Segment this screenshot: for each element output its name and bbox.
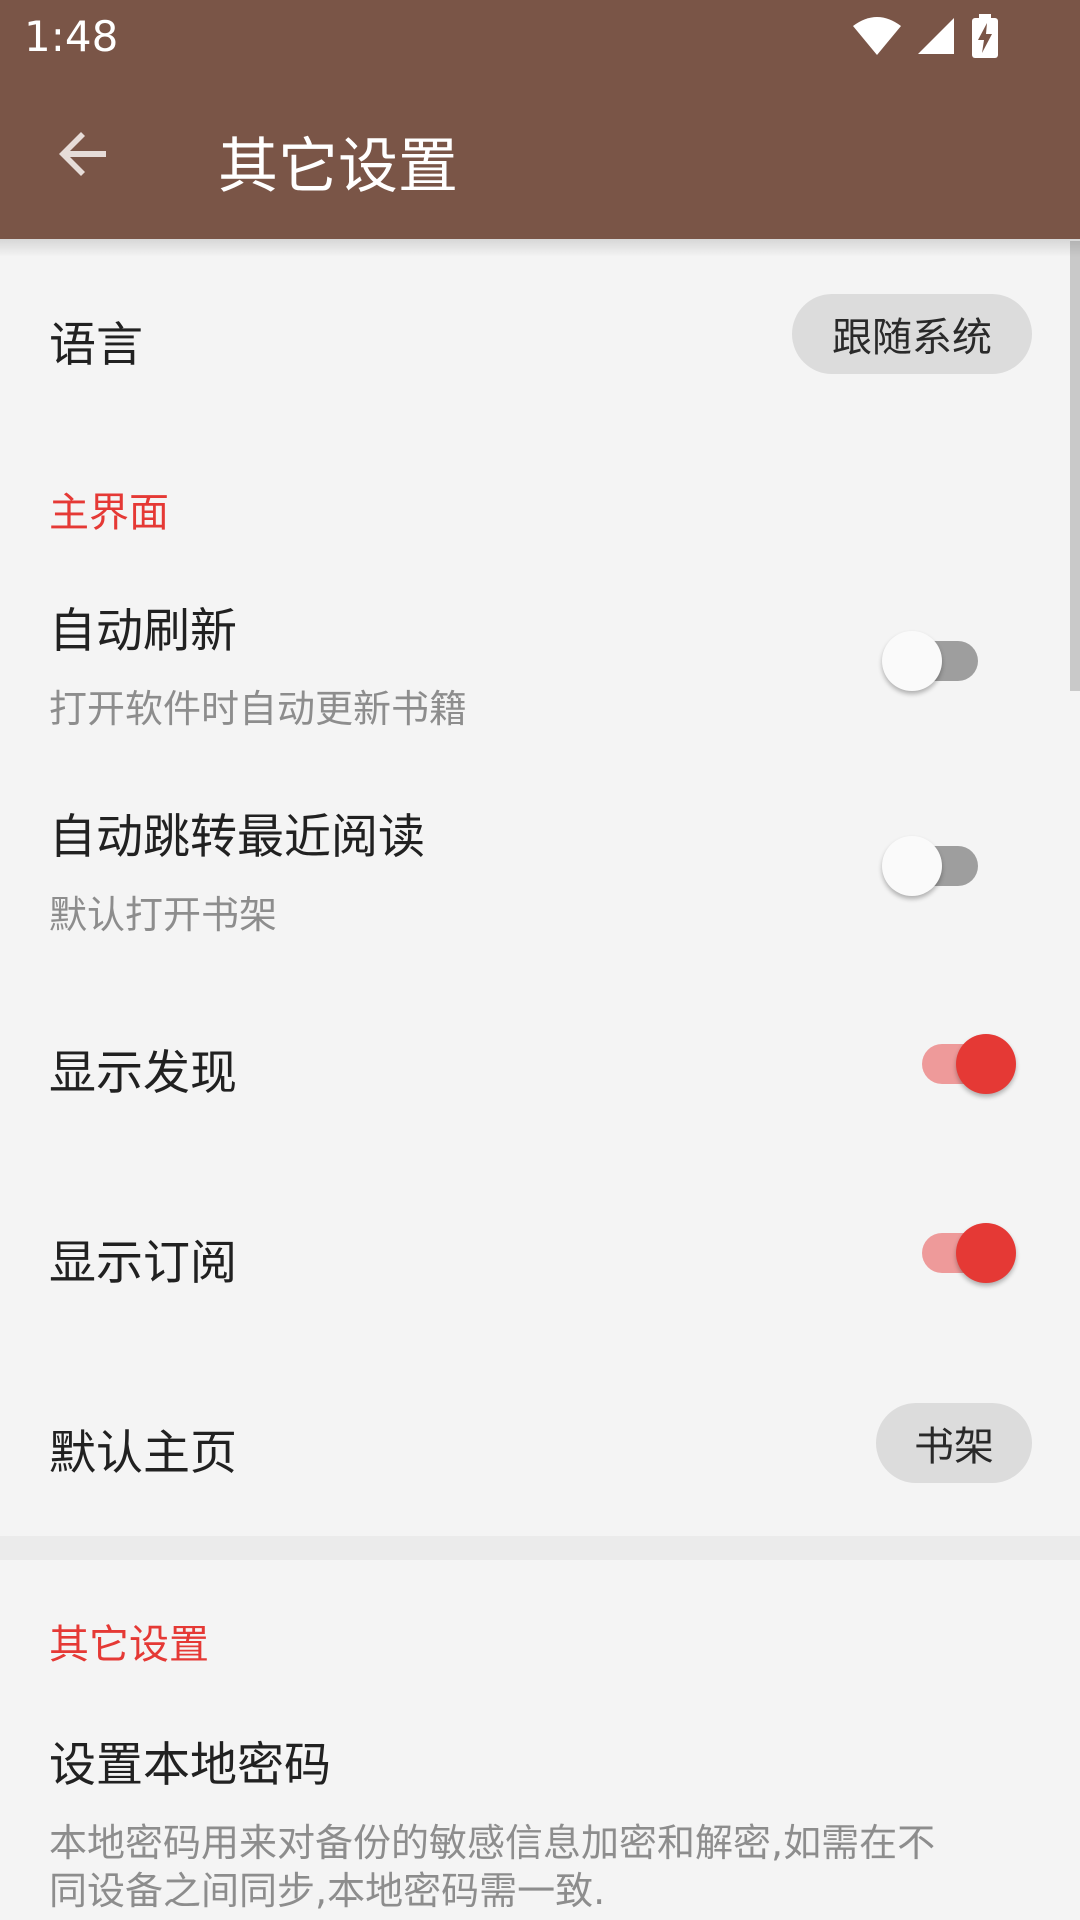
toggle-thumb [956,1034,1016,1094]
language-label: 语言 [49,318,143,373]
local-password-subtitle-line1: 本地密码用来对备份的敏感信息加密和解密,如需在不 [49,1821,936,1865]
section-header-other: 其它设置 [49,1622,209,1668]
toggle-thumb [882,631,942,691]
default-home-title: 默认主页 [49,1426,237,1481]
setting-language[interactable]: 语言 跟随系统 [0,256,1070,416]
signal-icon [918,18,954,54]
toggle-thumb [882,836,942,896]
setting-local-password[interactable]: 设置本地密码 本地密码用来对备份的敏感信息加密和解密,如需在不 同设备之间同步,… [0,1700,1070,1920]
show-rss-title: 显示订阅 [49,1236,237,1291]
app-bar: 1:48 其它设置 [0,0,1080,239]
scrollbar[interactable] [1070,241,1080,691]
auto-jump-title: 自动跳转最近阅读 [49,810,425,865]
local-password-subtitle-line2: 同设备之间同步,本地密码需一致. [49,1869,606,1913]
default-home-value-chip[interactable]: 书架 [876,1403,1032,1483]
auto-refresh-toggle[interactable] [880,621,1000,701]
back-button[interactable] [52,122,116,186]
show-rss-toggle[interactable] [900,1213,1020,1293]
section-divider [0,1536,1080,1560]
settings-screen: 1:48 其它设置 语言 跟随系统 主界面 自动刷新 打开软件时自动更新书籍 自… [0,0,1080,1920]
show-discover-title: 显示发现 [49,1046,237,1101]
setting-default-home[interactable]: 默认主页 书架 [0,1380,1070,1510]
setting-auto-refresh[interactable]: 自动刷新 打开软件时自动更新书籍 [0,570,1070,750]
local-password-title: 设置本地密码 [49,1738,331,1793]
setting-show-rss[interactable]: 显示订阅 [0,1190,1070,1320]
status-icons [852,14,1000,58]
status-time: 1:48 [24,12,119,61]
auto-jump-subtitle: 默认打开书架 [49,893,278,937]
setting-auto-jump-recent[interactable]: 自动跳转最近阅读 默认打开书架 [0,776,1070,956]
page-title: 其它设置 [218,132,458,202]
setting-show-discover[interactable]: 显示发现 [0,1000,1070,1130]
wifi-icon [853,17,901,55]
auto-refresh-title: 自动刷新 [49,604,237,659]
app-bar-shadow [0,239,1080,257]
auto-jump-toggle[interactable] [880,826,1000,906]
section-header-main: 主界面 [49,490,169,536]
language-value-chip[interactable]: 跟随系统 [792,294,1032,374]
arrow-back-icon [59,132,106,176]
toggle-thumb [956,1223,1016,1283]
battery-charging-icon [972,14,998,58]
show-discover-toggle[interactable] [900,1024,1020,1104]
auto-refresh-subtitle: 打开软件时自动更新书籍 [49,687,468,731]
